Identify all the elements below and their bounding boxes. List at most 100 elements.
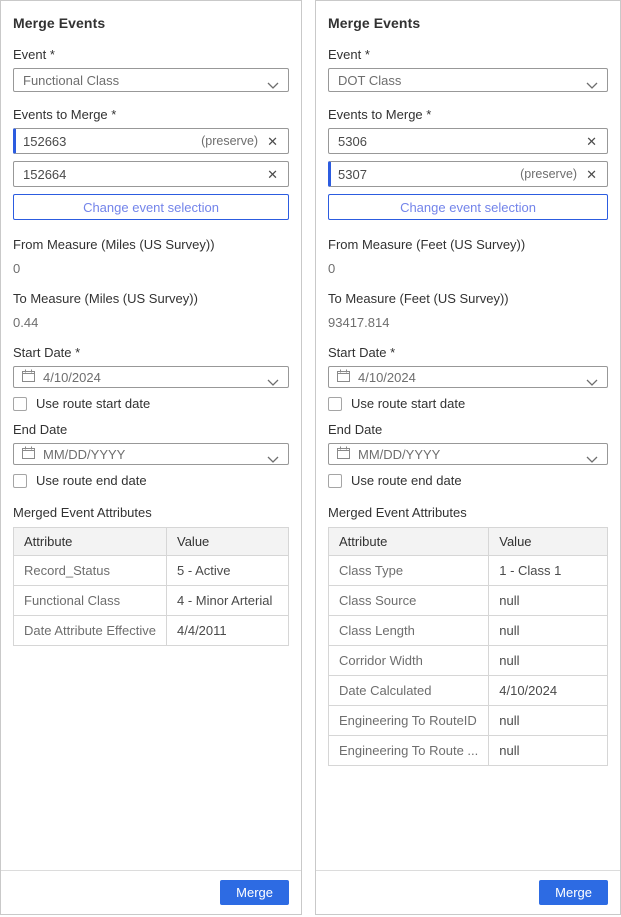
event-id-value: 152664 [23,167,258,182]
start-date-value: 4/10/2024 [43,370,101,385]
attribute-value: 5 - Active [167,556,289,586]
remove-event-icon[interactable]: ✕ [266,167,279,182]
attribute-value: 4/4/2011 [167,616,289,646]
table-row: Engineering To Route ... null [329,736,608,766]
change-event-selection-button[interactable]: Change event selection [13,194,289,220]
merged-attributes-table: Attribute Value Record_Status 5 - Active… [13,527,289,646]
panel-footer: Merge [316,870,620,914]
preserve-badge: (preserve) [520,167,577,181]
use-route-start-date-checkbox[interactable] [328,397,342,411]
table-row: Class Source null [329,586,608,616]
from-measure-value: 0 [13,261,289,276]
start-date-picker[interactable]: 4/10/2024 [328,366,608,388]
page-title: Merge Events [328,15,608,31]
event-to-merge-input[interactable]: 152663 (preserve) ✕ [13,128,289,154]
merge-events-panel-left: Merge Events Event * Functional Class Ev… [0,0,302,915]
remove-event-icon[interactable]: ✕ [266,134,279,149]
chevron-down-icon [586,451,598,466]
merge-events-panel-right: Merge Events Event * DOT Class Events to… [315,0,621,915]
event-id-value: 5306 [338,134,577,149]
start-date-value: 4/10/2024 [358,370,416,385]
chevron-down-icon [586,77,598,92]
table-row: Date Calculated 4/10/2024 [329,676,608,706]
merge-button[interactable]: Merge [539,880,608,905]
to-measure-value: 93417.814 [328,315,608,330]
attribute-name: Date Attribute Effective [14,616,167,646]
attribute-value: 1 - Class 1 [489,556,608,586]
end-date-label: End Date [13,422,289,437]
use-route-end-date-checkbox[interactable] [13,474,27,488]
remove-event-icon[interactable]: ✕ [585,167,598,182]
attribute-value: 4 - Minor Arterial [167,586,289,616]
table-header-row: Attribute Value [329,528,608,556]
merge-button[interactable]: Merge [220,880,289,905]
event-to-merge-input[interactable]: 5306 ✕ [328,128,608,154]
attribute-name: Class Length [329,616,489,646]
use-route-start-date-checkbox[interactable] [13,397,27,411]
attribute-value: null [489,616,608,646]
table-row: Class Length null [329,616,608,646]
event-label: Event * [328,47,608,62]
merged-attributes-table: Attribute Value Class Type 1 - Class 1 C… [328,527,608,766]
attribute-name: Record_Status [14,556,167,586]
event-id-value: 152663 [23,134,201,149]
attribute-name: Engineering To RouteID [329,706,489,736]
use-route-start-date-label: Use route start date [36,396,150,411]
preserve-badge: (preserve) [201,134,258,148]
table-header-value: Value [489,528,608,556]
event-select[interactable]: DOT Class [328,68,608,92]
event-to-merge-input[interactable]: 152664 ✕ [13,161,289,187]
start-date-label: Start Date * [13,345,289,360]
table-row: Engineering To RouteID null [329,706,608,736]
end-date-placeholder: MM/DD/YYYY [358,447,440,462]
chevron-down-icon [267,374,279,389]
table-header-attribute: Attribute [329,528,489,556]
event-to-merge-input[interactable]: 5307 (preserve) ✕ [328,161,608,187]
change-event-selection-button[interactable]: Change event selection [328,194,608,220]
table-row: Class Type 1 - Class 1 [329,556,608,586]
from-measure-label: From Measure (Miles (US Survey)) [13,237,289,252]
attribute-name: Class Type [329,556,489,586]
attribute-value: null [489,706,608,736]
table-row: Date Attribute Effective 4/4/2011 [14,616,289,646]
end-date-placeholder: MM/DD/YYYY [43,447,125,462]
merge-events-panels: Merge Events Event * Functional Class Ev… [0,0,621,915]
to-measure-value: 0.44 [13,315,289,330]
calendar-icon [337,446,350,462]
table-row: Functional Class 4 - Minor Arterial [14,586,289,616]
from-measure-value: 0 [328,261,608,276]
table-row: Corridor Width null [329,646,608,676]
event-id-value: 5307 [338,167,520,182]
merged-event-attributes-heading: Merged Event Attributes [13,505,289,520]
remove-event-icon[interactable]: ✕ [585,134,598,149]
to-measure-label: To Measure (Feet (US Survey)) [328,291,608,306]
start-date-label: Start Date * [328,345,608,360]
attribute-value: null [489,646,608,676]
from-measure-label: From Measure (Feet (US Survey)) [328,237,608,252]
use-route-end-date-row: Use route end date [13,473,289,488]
use-route-end-date-label: Use route end date [351,473,462,488]
event-select[interactable]: Functional Class [13,68,289,92]
attribute-name: Class Source [329,586,489,616]
use-route-end-date-checkbox[interactable] [328,474,342,488]
table-header-value: Value [167,528,289,556]
use-route-start-date-row: Use route start date [13,396,289,411]
events-to-merge-label: Events to Merge * [328,107,608,122]
use-route-end-date-label: Use route end date [36,473,147,488]
event-select-value: Functional Class [23,73,119,88]
table-header-attribute: Attribute [14,528,167,556]
use-route-start-date-row: Use route start date [328,396,608,411]
events-to-merge-label: Events to Merge * [13,107,289,122]
calendar-icon [22,446,35,462]
end-date-picker[interactable]: MM/DD/YYYY [328,443,608,465]
end-date-picker[interactable]: MM/DD/YYYY [13,443,289,465]
table-header-row: Attribute Value [14,528,289,556]
attribute-value: null [489,586,608,616]
start-date-picker[interactable]: 4/10/2024 [13,366,289,388]
use-route-start-date-label: Use route start date [351,396,465,411]
attribute-name: Date Calculated [329,676,489,706]
attribute-value: null [489,736,608,766]
to-measure-label: To Measure (Miles (US Survey)) [13,291,289,306]
end-date-label: End Date [328,422,608,437]
table-row: Record_Status 5 - Active [14,556,289,586]
